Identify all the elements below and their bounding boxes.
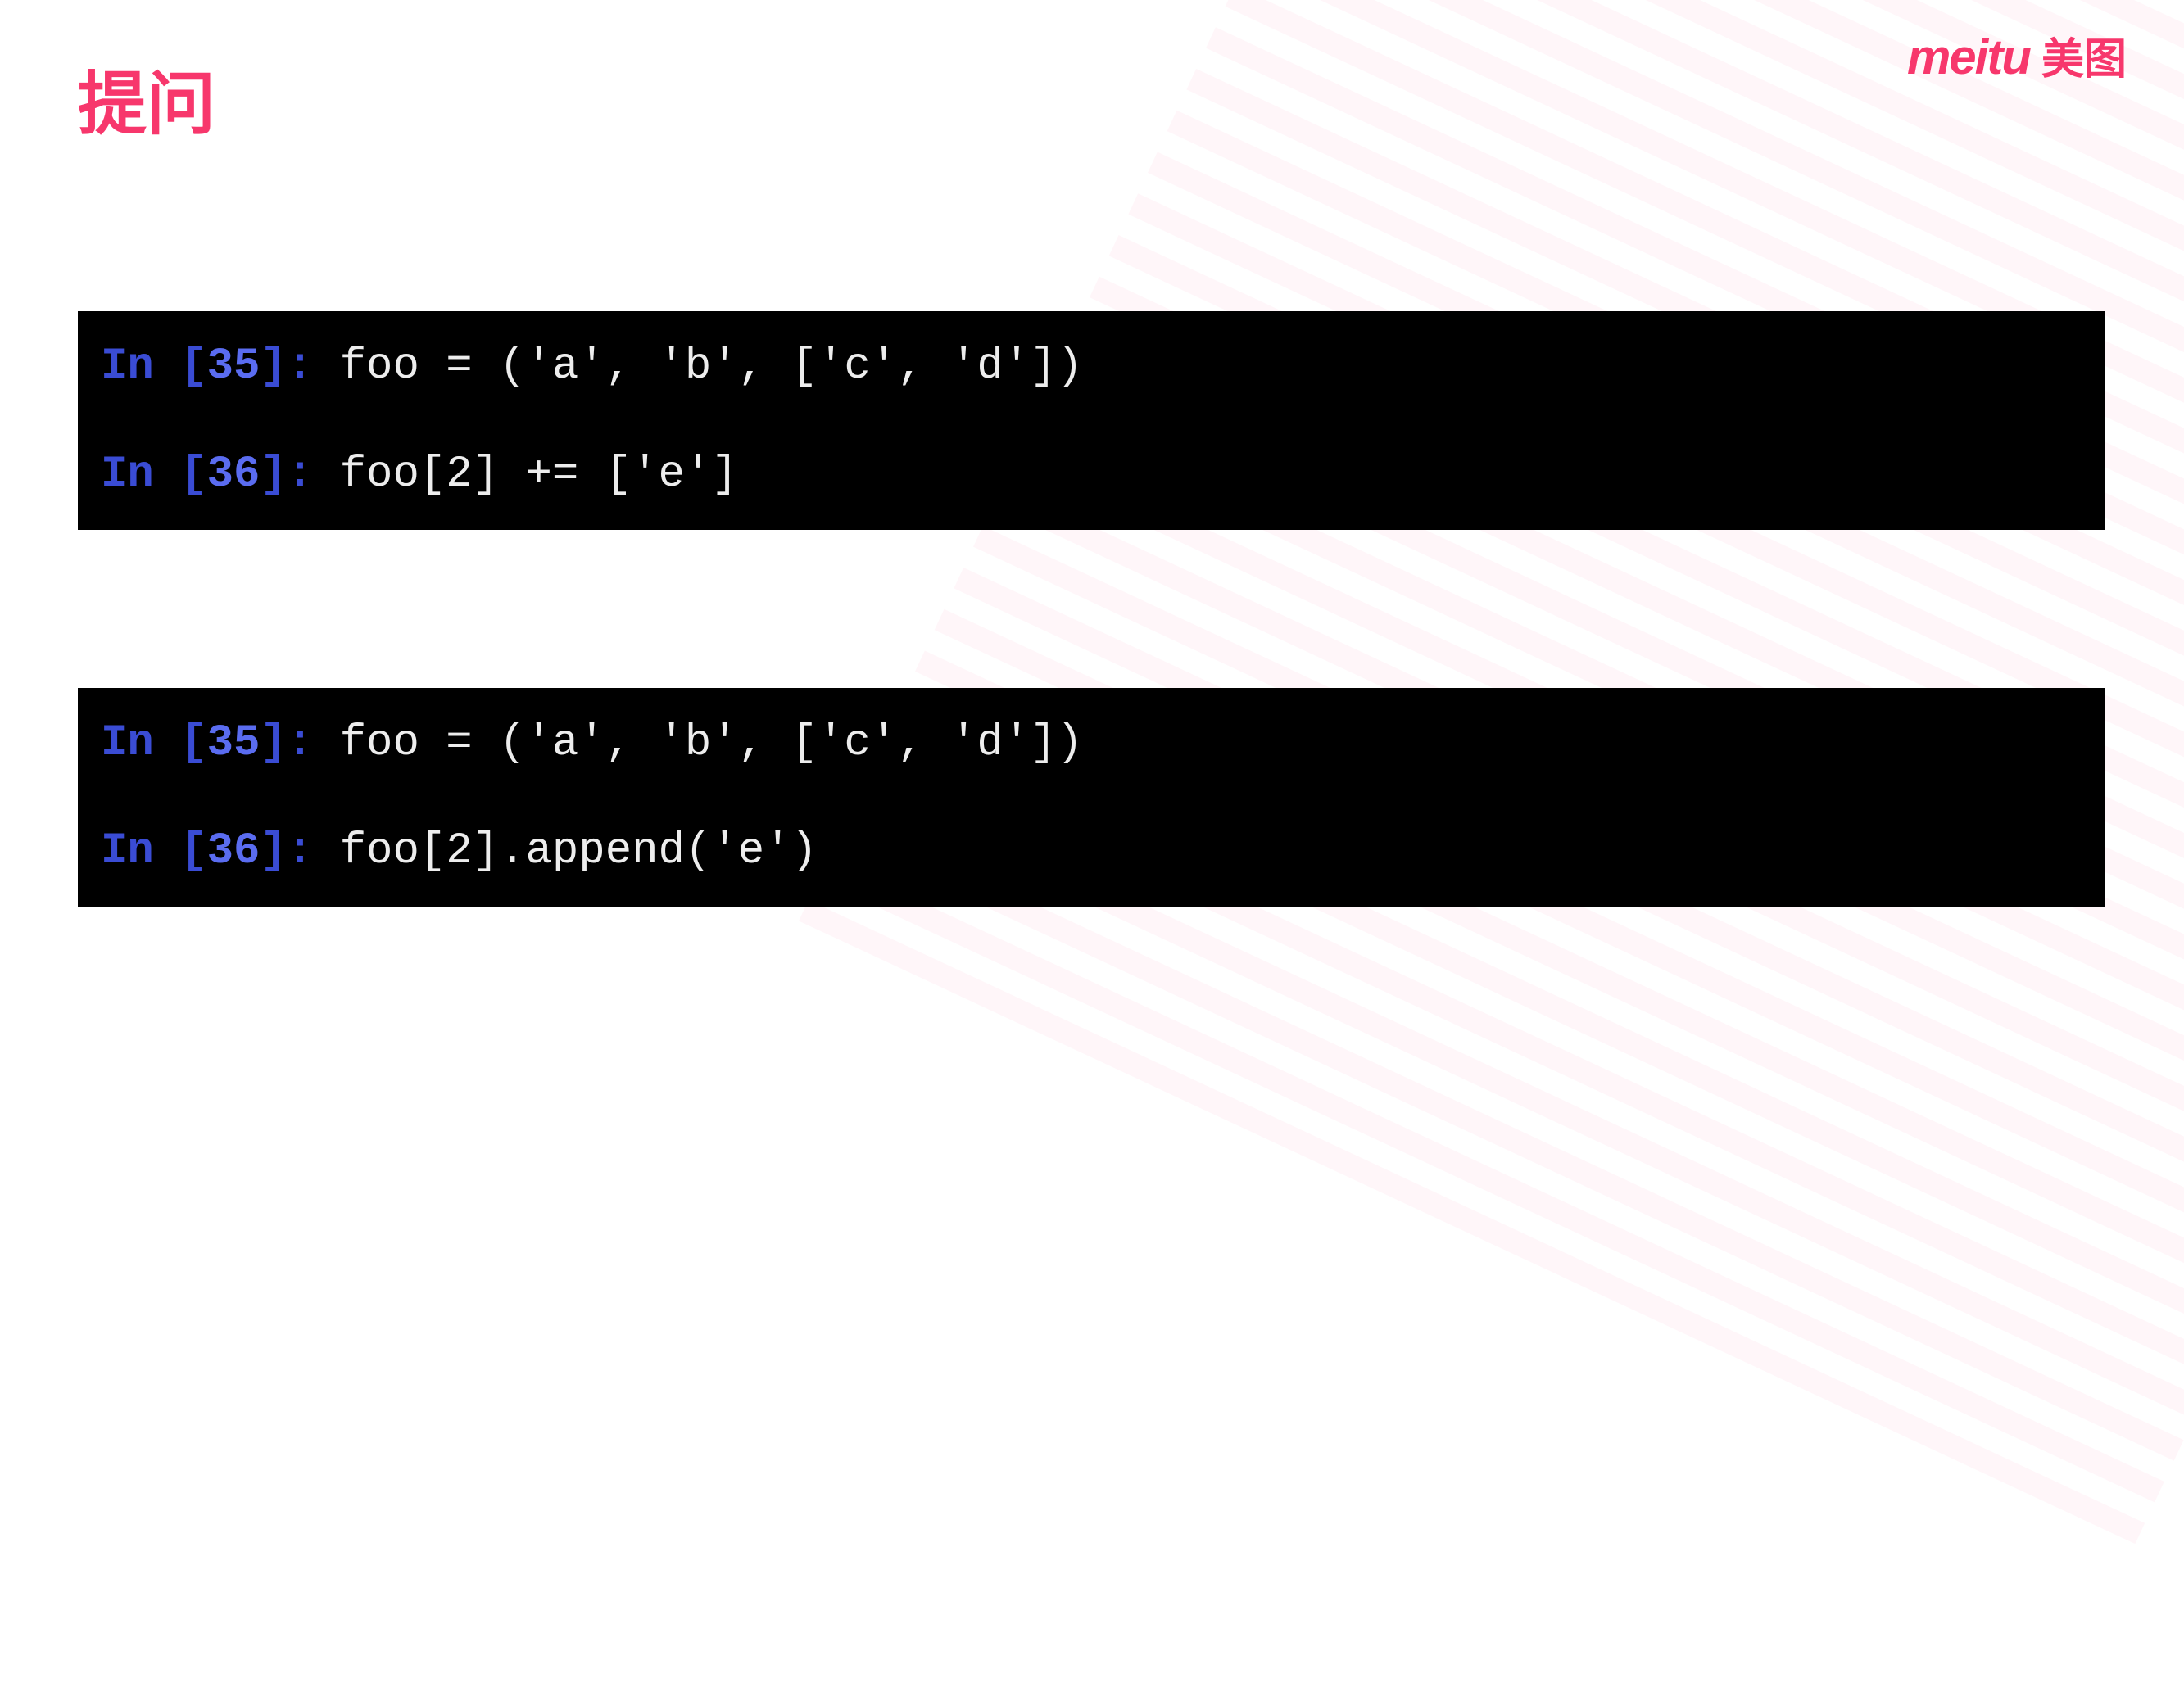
code-line: In [35]: foo = ('a', 'b', ['c', 'd']) <box>101 336 2082 398</box>
code-text: foo[2] += ['e'] <box>340 450 738 500</box>
code-block-2: In [35]: foo = ('a', 'b', ['c', 'd']) In… <box>78 688 2105 907</box>
code-line: In [36]: foo[2].append('e') <box>101 821 2082 883</box>
slide-title: 提问 <box>78 49 215 148</box>
code-text: foo = ('a', 'b', ['c', 'd']) <box>340 342 1083 391</box>
code-text: foo[2].append('e') <box>340 826 818 876</box>
ipython-prompt: In [36]: <box>101 450 340 500</box>
ipython-prompt: In [35]: <box>101 718 340 768</box>
brand-name-en: meitu <box>1907 29 2030 85</box>
ipython-prompt: In [35]: <box>101 342 340 391</box>
code-text: foo = ('a', 'b', ['c', 'd']) <box>340 718 1083 768</box>
code-line: In [36]: foo[2] += ['e'] <box>101 444 2082 506</box>
code-line: In [35]: foo = ('a', 'b', ['c', 'd']) <box>101 713 2082 775</box>
ipython-prompt: In [36]: <box>101 826 340 876</box>
brand-name-cn: 美图 <box>2041 25 2127 86</box>
brand-logo: meitu 美图 <box>1907 25 2127 86</box>
code-block-1: In [35]: foo = ('a', 'b', ['c', 'd']) In… <box>78 311 2105 530</box>
